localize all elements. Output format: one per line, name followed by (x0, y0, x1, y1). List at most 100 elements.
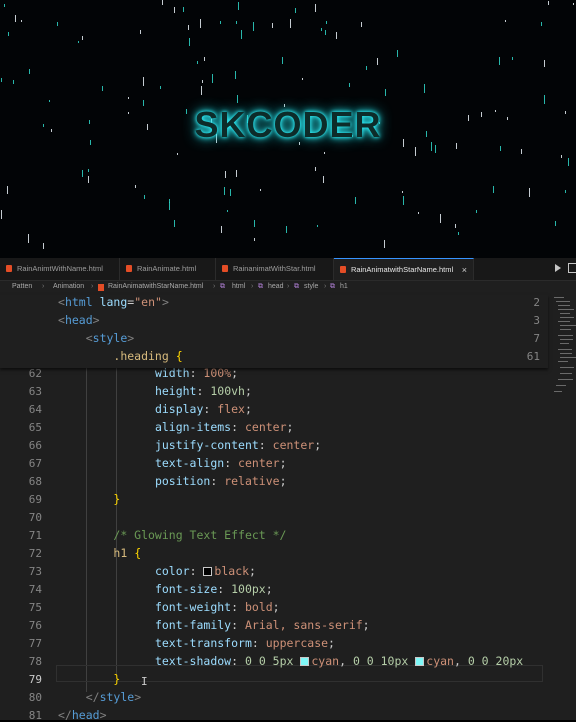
split-editor-icon[interactable] (568, 263, 576, 273)
color-swatch[interactable] (300, 657, 310, 666)
code-line[interactable]: position: relative; (58, 474, 287, 488)
rain-drop (317, 225, 318, 227)
element-icon: ⧉ (294, 283, 299, 290)
code-line[interactable]: text-transform: uppercase; (58, 636, 335, 650)
close-icon[interactable]: × (462, 259, 467, 281)
rain-drop (82, 36, 83, 40)
rain-drop (1, 210, 2, 219)
rain-drop (1, 78, 2, 82)
line-number: 64 (28, 403, 42, 416)
rain-drop (435, 145, 436, 153)
rain-drop (403, 196, 404, 205)
breadcrumb-item[interactable]: RainAnimatwithStarName.html (108, 283, 203, 290)
code-line[interactable]: } (58, 672, 120, 686)
code-line[interactable]: height: 100vh; (58, 384, 252, 398)
code-line[interactable]: h1 { (58, 546, 141, 560)
rain-drop (424, 84, 425, 93)
rain-drop (493, 186, 494, 193)
line-number: 77 (28, 637, 42, 650)
breadcrumb-item[interactable]: h1 (340, 283, 348, 290)
code-line[interactable]: <style> (58, 331, 135, 345)
line-number: 7 (533, 332, 540, 345)
glowing-heading: SKCODER (194, 104, 382, 145)
rain-drop (541, 22, 542, 26)
rain-drop (224, 187, 225, 195)
code-line[interactable]: display: flex; (58, 402, 252, 416)
code-line[interactable]: </style> (58, 690, 141, 704)
rain-drop (548, 1, 549, 5)
code-line[interactable]: /* Glowing Text Effect */ (58, 528, 286, 542)
rain-drop (201, 86, 202, 95)
rain-drop (227, 210, 228, 212)
rain-drop (355, 197, 356, 204)
rain-drop (236, 21, 237, 24)
code-line[interactable]: font-size: 100px; (58, 582, 273, 596)
rain-drop (197, 61, 198, 64)
color-swatch[interactable] (415, 657, 425, 666)
tab-rainanimtwithname[interactable]: RainAnimtWithName.html (0, 258, 120, 280)
rain-drop (82, 170, 83, 177)
code-line[interactable]: justify-content: center; (58, 438, 321, 452)
tab-rainanimatwithstarname[interactable]: RainAnimatwithStarName.html × (334, 258, 474, 280)
rain-drop (202, 80, 203, 83)
line-number: 61 (526, 350, 540, 363)
line-number: 2 (533, 296, 540, 309)
line-number: 69 (28, 493, 42, 506)
line-number: 72 (28, 547, 42, 560)
breadcrumb-item[interactable]: style (304, 283, 318, 290)
rain-drop (135, 185, 136, 188)
code-line[interactable]: font-family: Arial, sans-serif; (58, 618, 370, 632)
rain-drop (385, 89, 386, 96)
animation-preview: SKCODER (0, 0, 576, 258)
code-line[interactable]: font-weight: bold; (58, 600, 280, 614)
html-file-icon (126, 265, 132, 272)
rain-drop (512, 57, 513, 60)
minimap[interactable] (552, 295, 576, 405)
rain-drop (377, 58, 378, 65)
line-number: 79 (28, 673, 42, 686)
code-line[interactable]: color: black; (58, 564, 256, 578)
rain-drop (212, 74, 213, 83)
rain-drop (7, 186, 8, 194)
code-line[interactable]: .heading { (58, 349, 182, 363)
rain-drop (324, 152, 325, 154)
breadcrumb-item[interactable]: Animation (53, 283, 84, 290)
rain-drop (555, 221, 556, 226)
rain-drop (174, 7, 175, 13)
rain-drop (349, 83, 350, 87)
line-number: 68 (28, 475, 42, 488)
code-line[interactable]: align-items: center; (58, 420, 294, 434)
rain-drop (183, 7, 184, 12)
code-line[interactable]: width: 100%; (58, 366, 238, 380)
code-line[interactable]: text-shadow: 0 0 5px cyan, 0 0 10px cyan… (58, 654, 523, 668)
breadcrumb-item[interactable]: Patten (12, 283, 32, 290)
rain-drop (336, 32, 337, 39)
tab-rainanimatwithstar[interactable]: RainanimatWithStar.html (216, 258, 334, 280)
rain-drop (8, 32, 9, 36)
rain-drop (476, 210, 477, 213)
rain-drop (295, 8, 296, 13)
rain-drop (220, 21, 221, 24)
rain-drop (237, 95, 238, 103)
code-line[interactable]: text-align: center; (58, 456, 287, 470)
element-icon: ⧉ (330, 283, 335, 290)
code-line[interactable]: <head> (58, 313, 100, 327)
rain-drop (500, 146, 501, 151)
rain-drop (15, 15, 16, 22)
code-line[interactable]: } (58, 492, 120, 506)
rain-drop (290, 19, 291, 28)
rain-drop (235, 71, 236, 79)
rain-drop (325, 30, 326, 35)
element-icon: ⧉ (258, 283, 263, 290)
tab-rainanimate[interactable]: RainAnimate.html (120, 258, 216, 280)
color-swatch[interactable] (203, 567, 213, 576)
chevron-right-icon: › (287, 283, 290, 290)
code-line[interactable]: <html lang="en"> (58, 295, 169, 309)
rain-drop (302, 78, 303, 80)
run-icon[interactable] (555, 264, 561, 272)
line-number: 78 (28, 655, 42, 668)
rain-drop (188, 25, 189, 30)
breadcrumb-item[interactable]: head (268, 283, 284, 290)
rain-drop (455, 224, 456, 228)
breadcrumb-item[interactable]: html (232, 283, 245, 290)
